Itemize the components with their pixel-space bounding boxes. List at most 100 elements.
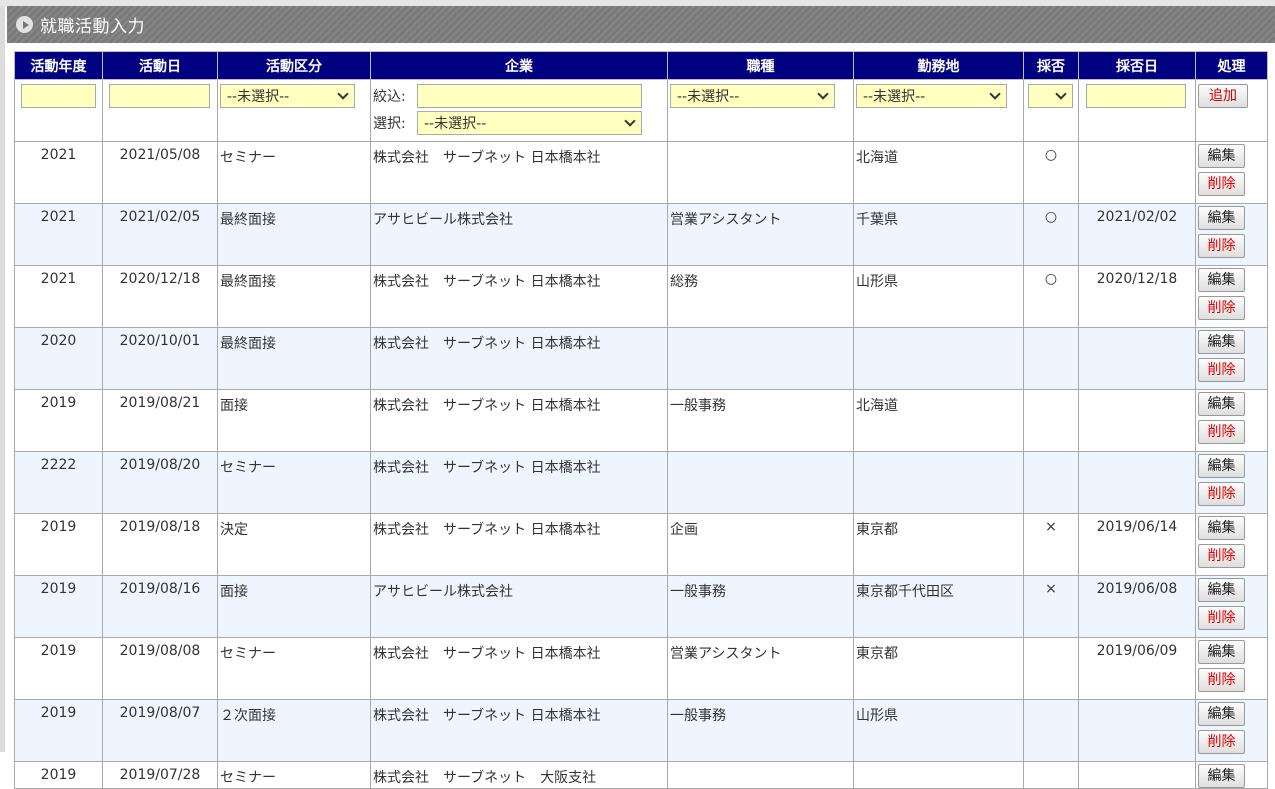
filter-cell: 追加 (1195, 79, 1268, 142)
category-cell: 決定 (217, 513, 371, 576)
category-cell: セミナー (217, 637, 371, 700)
date-cell: 2019/07/28 (102, 761, 218, 789)
company-narrow-label: 絞込: (373, 89, 406, 105)
delete-button[interactable]: 削除 (1198, 668, 1245, 692)
actions-cell: 編集 削除 (1195, 699, 1268, 762)
location-cell: 山形県 (853, 699, 1024, 762)
edit-button[interactable]: 編集 (1198, 144, 1245, 168)
edit-button[interactable]: 編集 (1198, 268, 1245, 292)
date-cell: 2019/08/18 (102, 513, 218, 576)
result-cell: ○ (1023, 141, 1079, 204)
column-header[interactable]: 勤務地 (853, 51, 1024, 80)
result-date-cell (1078, 761, 1196, 789)
result-date-cell: 2020/12/18 (1078, 265, 1196, 328)
delete-button[interactable]: 削除 (1198, 172, 1245, 196)
actions-cell: 編集 削除 (1195, 327, 1268, 390)
category-cell: 面接 (217, 389, 371, 452)
year-cell: 2019 (14, 761, 103, 789)
column-header[interactable]: 職種 (667, 51, 854, 80)
result-date-cell: 2019/06/09 (1078, 637, 1196, 700)
category-cell: 最終面接 (217, 203, 371, 266)
delete-button[interactable]: 削除 (1198, 482, 1245, 506)
edit-button[interactable]: 編集 (1198, 640, 1245, 664)
delete-button[interactable]: 削除 (1198, 730, 1245, 754)
category-filter-value: --未選択-- (227, 89, 290, 105)
location-cell: 北海道 (853, 389, 1024, 452)
chevron-down-icon (989, 88, 1001, 100)
category-cell: セミナー (217, 141, 371, 204)
category-cell: 最終面接 (217, 265, 371, 328)
location-cell (853, 451, 1024, 514)
table-row: 2019 2019/08/08 セミナー 株式会社 サーブネット 日本橋本社 営業アシス… (14, 637, 1268, 700)
job-cell (667, 327, 854, 390)
column-header[interactable]: 企業 (370, 51, 668, 80)
company-cell: 株式会社 サーブネット 日本橋本社 (370, 389, 668, 452)
date-filter-input[interactable] (109, 84, 210, 108)
left-frame-edge (0, 6, 5, 752)
company-cell: 株式会社 サーブネット 日本橋本社 (370, 327, 668, 390)
result-date-cell: 2021/02/02 (1078, 203, 1196, 266)
chevron-down-icon (1055, 88, 1067, 100)
result-filter-select[interactable] (1028, 84, 1073, 108)
company-narrow-input[interactable] (417, 84, 642, 108)
job-cell: 営業アシスタント (667, 637, 854, 700)
location-cell: 東京都 (853, 637, 1024, 700)
edit-button[interactable]: 編集 (1198, 516, 1245, 540)
edit-button[interactable]: 編集 (1198, 764, 1245, 788)
actions-cell: 編集 削除 (1195, 637, 1268, 700)
add-button[interactable]: 追加 (1198, 84, 1248, 108)
delete-button[interactable]: 削除 (1198, 606, 1245, 630)
activity-panel: 就職活動入力 活動年度 活動日 活動区分 企業 職種 勤務地 採否 採否日 処理 (7, 6, 1275, 789)
delete-button[interactable]: 削除 (1198, 358, 1245, 382)
panel-title-bar: 就職活動入力 (7, 6, 1275, 43)
delete-button[interactable]: 削除 (1198, 544, 1245, 568)
activity-table: 活動年度 活動日 活動区分 企業 職種 勤務地 採否 採否日 処理 --未選択-… (14, 51, 1268, 789)
job-filter-select[interactable]: --未選択-- (670, 84, 835, 108)
location-filter-select[interactable]: --未選択-- (856, 84, 1007, 108)
column-header[interactable]: 活動区分 (217, 51, 371, 80)
category-cell: 最終面接 (217, 327, 371, 390)
result-date-cell (1078, 389, 1196, 452)
year-filter-input[interactable] (21, 84, 96, 108)
result-cell: ○ (1023, 265, 1079, 328)
location-cell: 山形県 (853, 265, 1024, 328)
delete-button[interactable]: 削除 (1198, 420, 1245, 444)
column-header[interactable]: 採否日 (1078, 51, 1196, 80)
edit-button[interactable]: 編集 (1198, 206, 1245, 230)
filter-cell (1023, 79, 1079, 142)
play-circle-icon (16, 16, 33, 33)
delete-button[interactable]: 削除 (1198, 234, 1245, 258)
table-row: 2020 2020/10/01 最終面接 株式会社 サーブネット 日本橋本社 編集 削除 (14, 327, 1268, 390)
date-cell: 2019/08/08 (102, 637, 218, 700)
result-cell (1023, 761, 1079, 789)
result-cell (1023, 637, 1079, 700)
location-cell: 東京都 (853, 513, 1024, 576)
table-row: 2021 2021/05/08 セミナー 株式会社 サーブネット 日本橋本社 北海道 ○ 編… (14, 141, 1268, 204)
company-filter-select[interactable]: --未選択-- (417, 111, 642, 135)
edit-button[interactable]: 編集 (1198, 392, 1245, 416)
category-filter-select[interactable]: --未選択-- (220, 84, 355, 108)
delete-button[interactable]: 削除 (1198, 296, 1245, 320)
category-cell: セミナー (217, 451, 371, 514)
result-cell (1023, 389, 1079, 452)
job-cell: 一般事務 (667, 389, 854, 452)
result-date-filter-input[interactable] (1086, 84, 1186, 108)
edit-button[interactable]: 編集 (1198, 330, 1245, 354)
year-cell: 2222 (14, 451, 103, 514)
company-cell: 株式会社 サーブネット 日本橋本社 (370, 513, 668, 576)
company-cell: 株式会社 サーブネット 日本橋本社 (370, 451, 668, 514)
table-row: 2021 2020/12/18 最終面接 株式会社 サーブネット 日本橋本社 総務 山形県… (14, 265, 1268, 328)
edit-button[interactable]: 編集 (1198, 578, 1245, 602)
edit-button[interactable]: 編集 (1198, 702, 1245, 726)
column-header[interactable]: 活動日 (102, 51, 218, 80)
category-cell: ２次面接 (217, 699, 371, 762)
column-header[interactable]: 採否 (1023, 51, 1079, 80)
company-filter-value: --未選択-- (424, 116, 487, 132)
result-date-cell: 2019/06/14 (1078, 513, 1196, 576)
year-cell: 2019 (14, 575, 103, 638)
result-cell: × (1023, 513, 1079, 576)
chevron-down-icon (624, 115, 636, 127)
column-header[interactable]: 活動年度 (14, 51, 103, 80)
edit-button[interactable]: 編集 (1198, 454, 1245, 478)
date-cell: 2019/08/07 (102, 699, 218, 762)
